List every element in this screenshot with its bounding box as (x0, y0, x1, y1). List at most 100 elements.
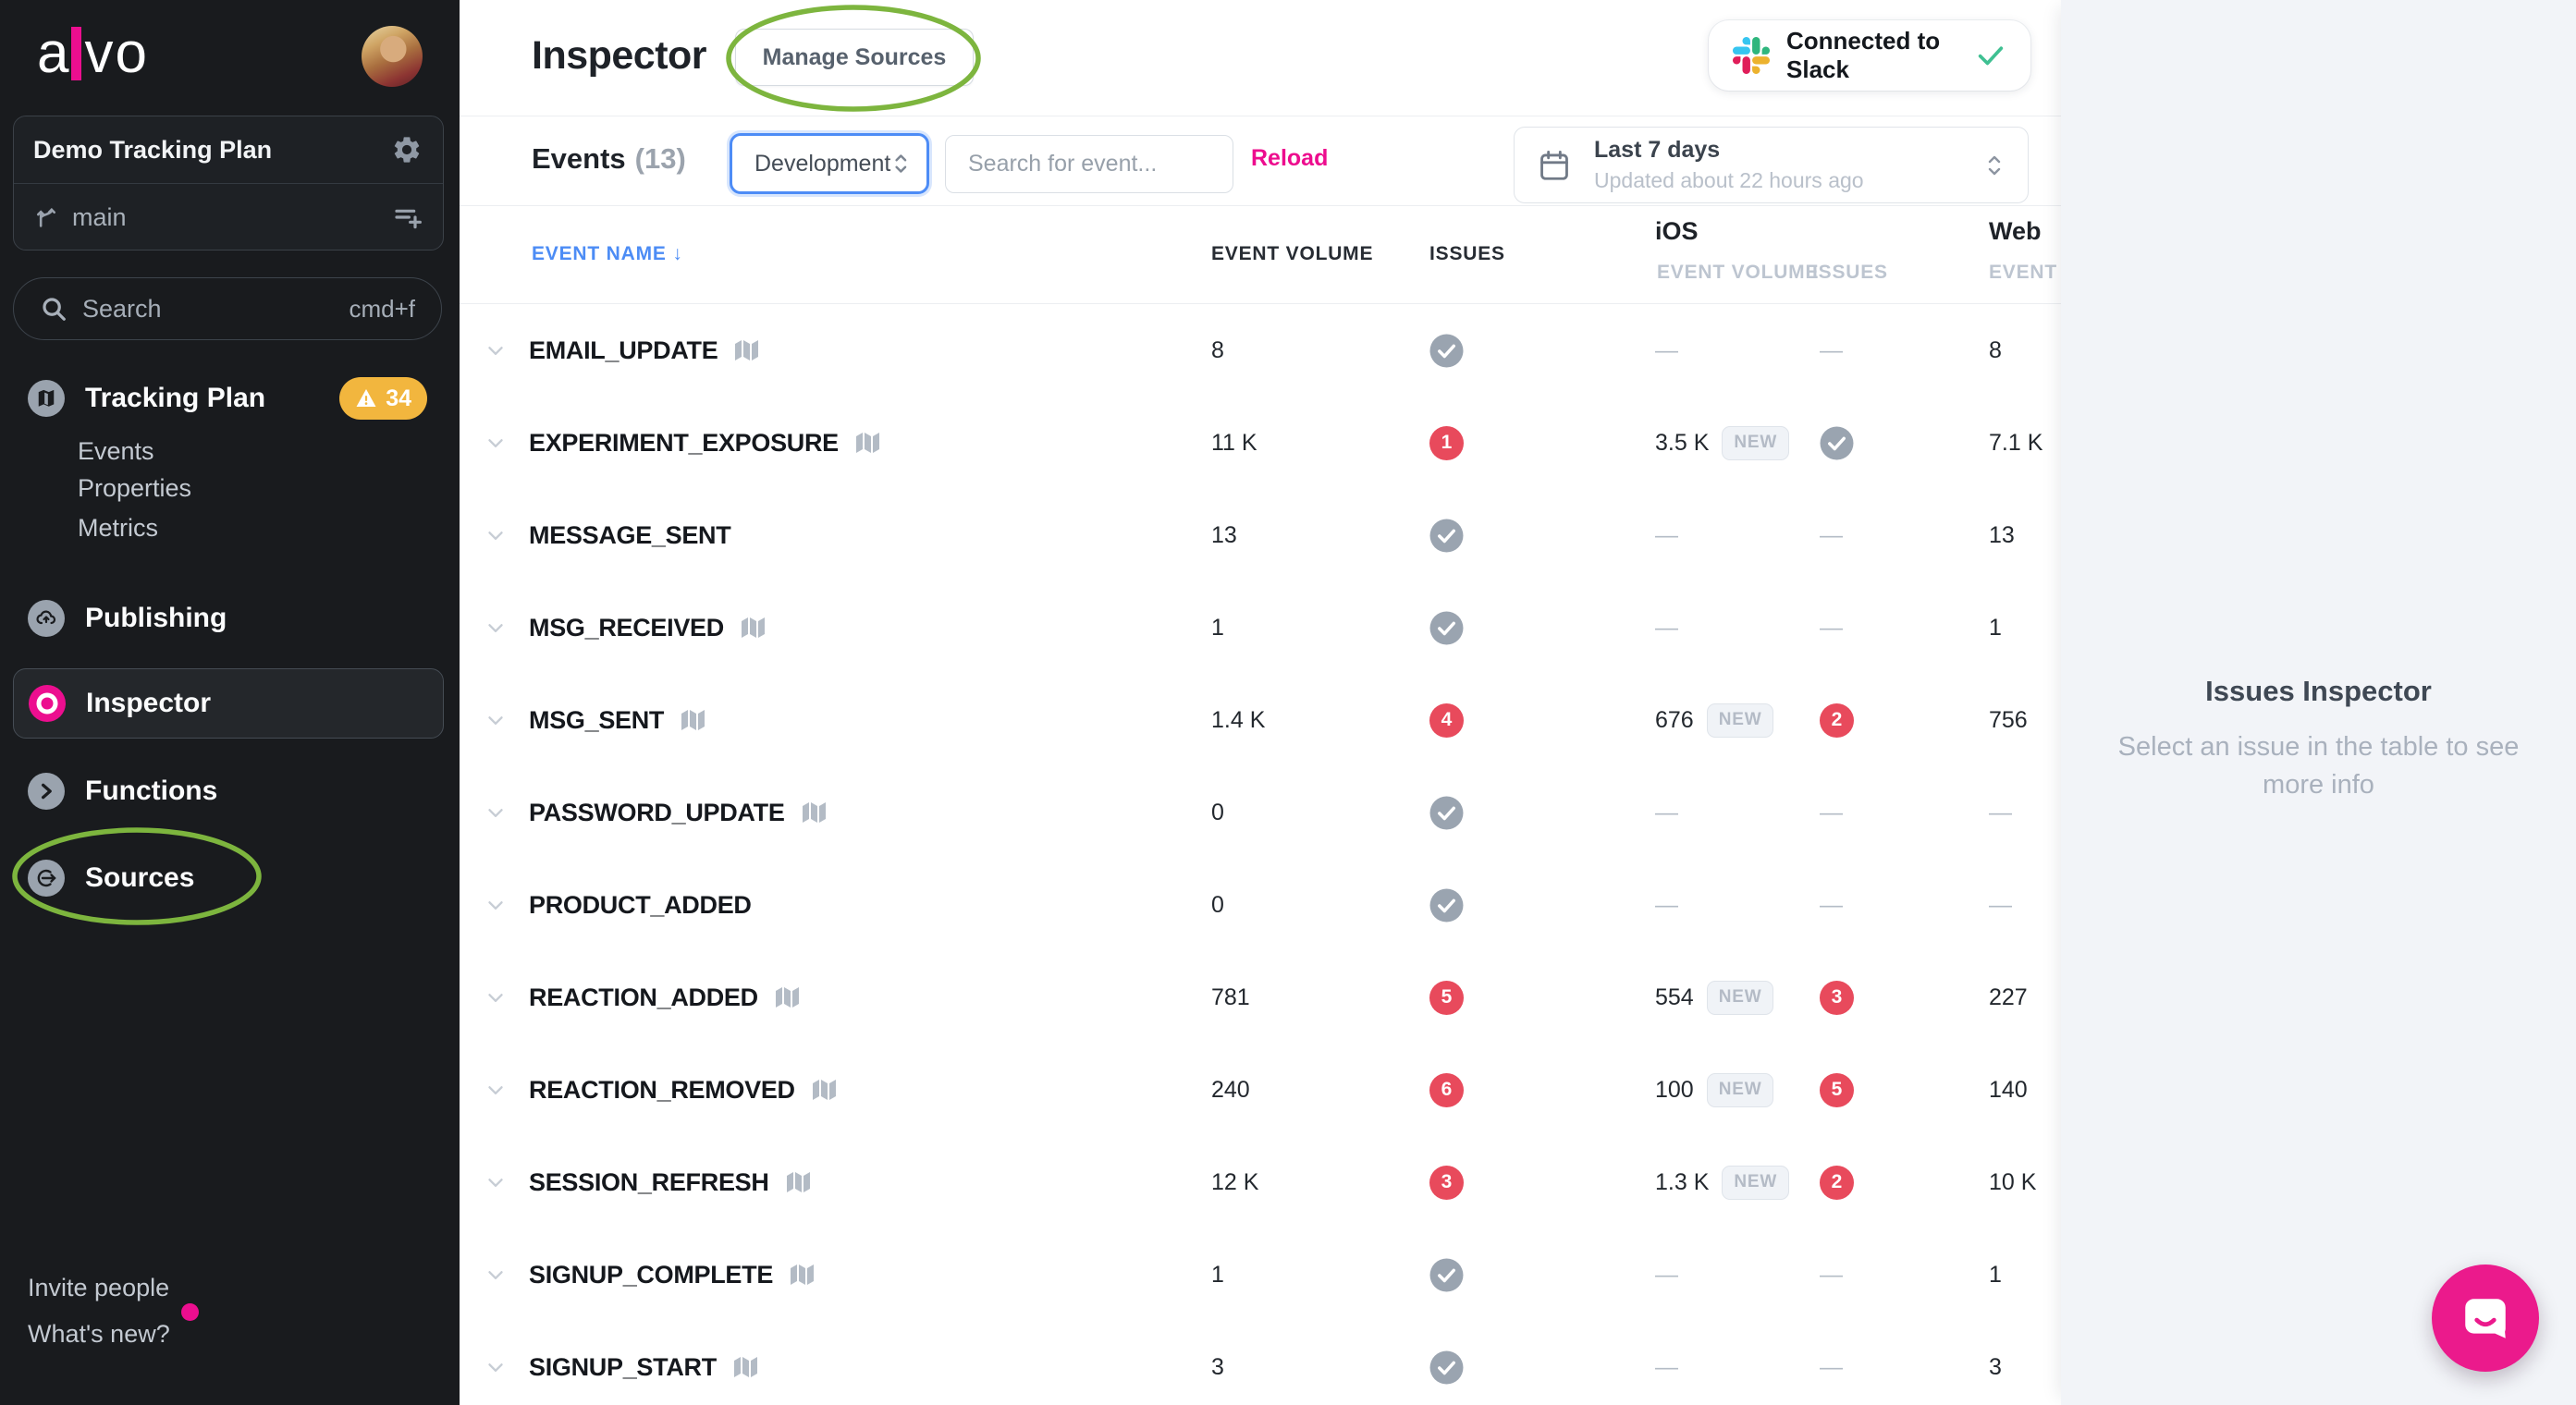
column-issues[interactable]: ISSUES (1429, 243, 1505, 265)
event-name-cell: REACTION_REMOVED (529, 1044, 838, 1136)
row-expand-chevron[interactable] (484, 674, 508, 766)
event-volume: 8 (1211, 304, 1224, 397)
row-expand-chevron[interactable] (484, 397, 508, 489)
inspector-icon (29, 685, 66, 722)
whats-new-link[interactable]: What's new? (28, 1320, 170, 1349)
table-row[interactable]: EXPERIMENT_EXPOSURE 11 K 1 3.5 K NEW 7.1… (460, 397, 2061, 489)
column-event-volume[interactable]: EVENT VOLUME (1211, 243, 1373, 265)
sidebar-item-functions[interactable]: Functions (28, 771, 217, 812)
table-row[interactable]: PASSWORD_UPDATE 0 — NEW — — (460, 766, 2061, 859)
select-chevrons-icon (890, 150, 912, 177)
ios-event-volume: — NEW (1655, 489, 1678, 581)
whats-new-notification-dot (181, 1303, 199, 1321)
date-range-select[interactable]: Last 7 days Updated about 22 hours ago (1514, 127, 2029, 203)
select-chevrons-icon (1983, 150, 2006, 181)
table-row[interactable]: SIGNUP_START 3 — NEW — 3 (460, 1321, 2061, 1405)
environment-select[interactable]: Development (730, 133, 929, 194)
invite-people-link[interactable]: Invite people (28, 1274, 169, 1302)
plan-row[interactable]: Demo Tracking Plan (14, 116, 443, 183)
row-expand-chevron[interactable] (484, 1044, 508, 1136)
event-name: MSG_RECEIVED (529, 614, 724, 642)
web-event-volume: — (1989, 859, 2012, 951)
tracking-plan-map-icon (773, 984, 801, 1011)
sidebar-item-publishing[interactable]: Publishing (28, 598, 227, 639)
sidebar-item-metrics[interactable]: Metrics (78, 514, 158, 542)
column-ios-event-volume[interactable]: EVENT VOLUME (1657, 262, 1819, 284)
sidebar-item-properties[interactable]: Properties (78, 474, 191, 502)
chevron-down-icon (484, 708, 508, 732)
logo-pink-bar (71, 27, 81, 80)
user-avatar[interactable] (362, 26, 423, 87)
table-row[interactable]: SESSION_REFRESH 12 K 3 1.3 K NEW 2 10 K (460, 1136, 2061, 1228)
sidebar-item-label: Tracking Plan (85, 383, 265, 414)
column-event-name[interactable]: EVENT NAME ↓ (532, 243, 683, 265)
workspace-switcher: Demo Tracking Plan main (13, 116, 444, 250)
check-circle-icon (1429, 334, 1464, 368)
gear-icon[interactable] (391, 134, 423, 165)
web-event-volume: 1 (1989, 581, 2002, 674)
column-web-event-volume[interactable]: EVENT VOLUME (1989, 262, 2061, 284)
sidebar-item-sources[interactable]: Sources (28, 858, 194, 898)
sidebar-item-events[interactable]: Events (78, 437, 154, 465)
table-row[interactable]: PRODUCT_ADDED 0 — NEW — — (460, 859, 2061, 951)
table-row[interactable]: MSG_RECEIVED 1 — NEW — 1 (460, 581, 2061, 674)
issues-status (1429, 766, 1464, 859)
event-volume: 0 (1211, 859, 1224, 951)
ios-event-volume: — NEW (1655, 859, 1678, 951)
event-name-cell: SESSION_REFRESH (529, 1136, 812, 1228)
table-row[interactable]: REACTION_ADDED 781 5 554 NEW 3 227 (460, 951, 2061, 1044)
tracking-plan-issue-badge: 34 (339, 377, 427, 420)
chevron-down-icon (484, 1355, 508, 1379)
sidebar-search[interactable]: Search cmd+f (13, 277, 442, 340)
row-expand-chevron[interactable] (484, 1321, 508, 1405)
row-expand-chevron[interactable] (484, 1228, 508, 1321)
sidebar-item-label: Publishing (85, 603, 227, 634)
event-name: SIGNUP_START (529, 1353, 717, 1382)
ios-issues-status: — (1820, 1228, 1843, 1321)
page-header: Inspector Manage Sources Connected to Sl… (460, 0, 2061, 116)
cloud-upload-icon (28, 600, 65, 637)
issues-status (1429, 1321, 1464, 1405)
row-expand-chevron[interactable] (484, 581, 508, 674)
chevron-down-icon (484, 431, 508, 455)
new-badge: NEW (1707, 981, 1774, 1015)
table-row[interactable]: SIGNUP_COMPLETE 1 — NEW — 1 (460, 1228, 2061, 1321)
row-expand-chevron[interactable] (484, 951, 508, 1044)
chevron-down-icon (484, 1078, 508, 1102)
events-table-body: EMAIL_UPDATE 8 — NEW — 8 EXPERIMENT_EXPO… (460, 304, 2061, 1405)
table-row[interactable]: MESSAGE_SENT 13 — NEW — 13 (460, 489, 2061, 581)
sidebar-item-inspector[interactable]: Inspector (13, 668, 444, 739)
table-row[interactable]: EMAIL_UPDATE 8 — NEW — 8 (460, 304, 2061, 397)
row-expand-chevron[interactable] (484, 304, 508, 397)
search-placeholder: Search (82, 295, 349, 324)
sidebar-item-tracking-plan[interactable]: Tracking Plan (28, 378, 265, 419)
table-row[interactable]: MSG_SENT 1.4 K 4 676 NEW 2 756 (460, 674, 2061, 766)
row-expand-chevron[interactable] (484, 766, 508, 859)
add-branch-icon[interactable] (393, 202, 423, 232)
date-range-text: Last 7 days Updated about 22 hours ago (1594, 137, 1961, 193)
column-ios-issues[interactable]: ISSUES (1812, 262, 1888, 284)
issues-status: 5 (1429, 951, 1464, 1044)
issues-status (1429, 581, 1464, 674)
event-name-cell: REACTION_ADDED (529, 951, 801, 1044)
event-search-input[interactable]: Search for event... (945, 135, 1233, 193)
issues-status: 3 (1429, 1136, 1464, 1228)
chevron-down-icon (484, 616, 508, 640)
row-expand-chevron[interactable] (484, 1136, 508, 1228)
row-expand-chevron[interactable] (484, 489, 508, 581)
web-event-volume: 7.1 K (1989, 397, 2042, 489)
chat-widget-button[interactable] (2432, 1264, 2539, 1372)
branch-icon (33, 204, 59, 230)
new-badge: NEW (1722, 426, 1789, 460)
branch-row[interactable]: main (14, 184, 443, 250)
event-name: MSG_SENT (529, 706, 664, 735)
manage-sources-button[interactable]: Manage Sources (735, 29, 974, 86)
event-name: MESSAGE_SENT (529, 521, 730, 550)
branch-name: main (72, 203, 393, 232)
row-expand-chevron[interactable] (484, 859, 508, 951)
web-event-volume: 227 (1989, 951, 2028, 1044)
new-badge: NEW (1707, 703, 1774, 738)
slack-status-button[interactable]: Connected to Slack (1709, 20, 2030, 91)
table-row[interactable]: REACTION_REMOVED 240 6 100 NEW 5 140 (460, 1044, 2061, 1136)
reload-link[interactable]: Reload (1251, 145, 1328, 172)
